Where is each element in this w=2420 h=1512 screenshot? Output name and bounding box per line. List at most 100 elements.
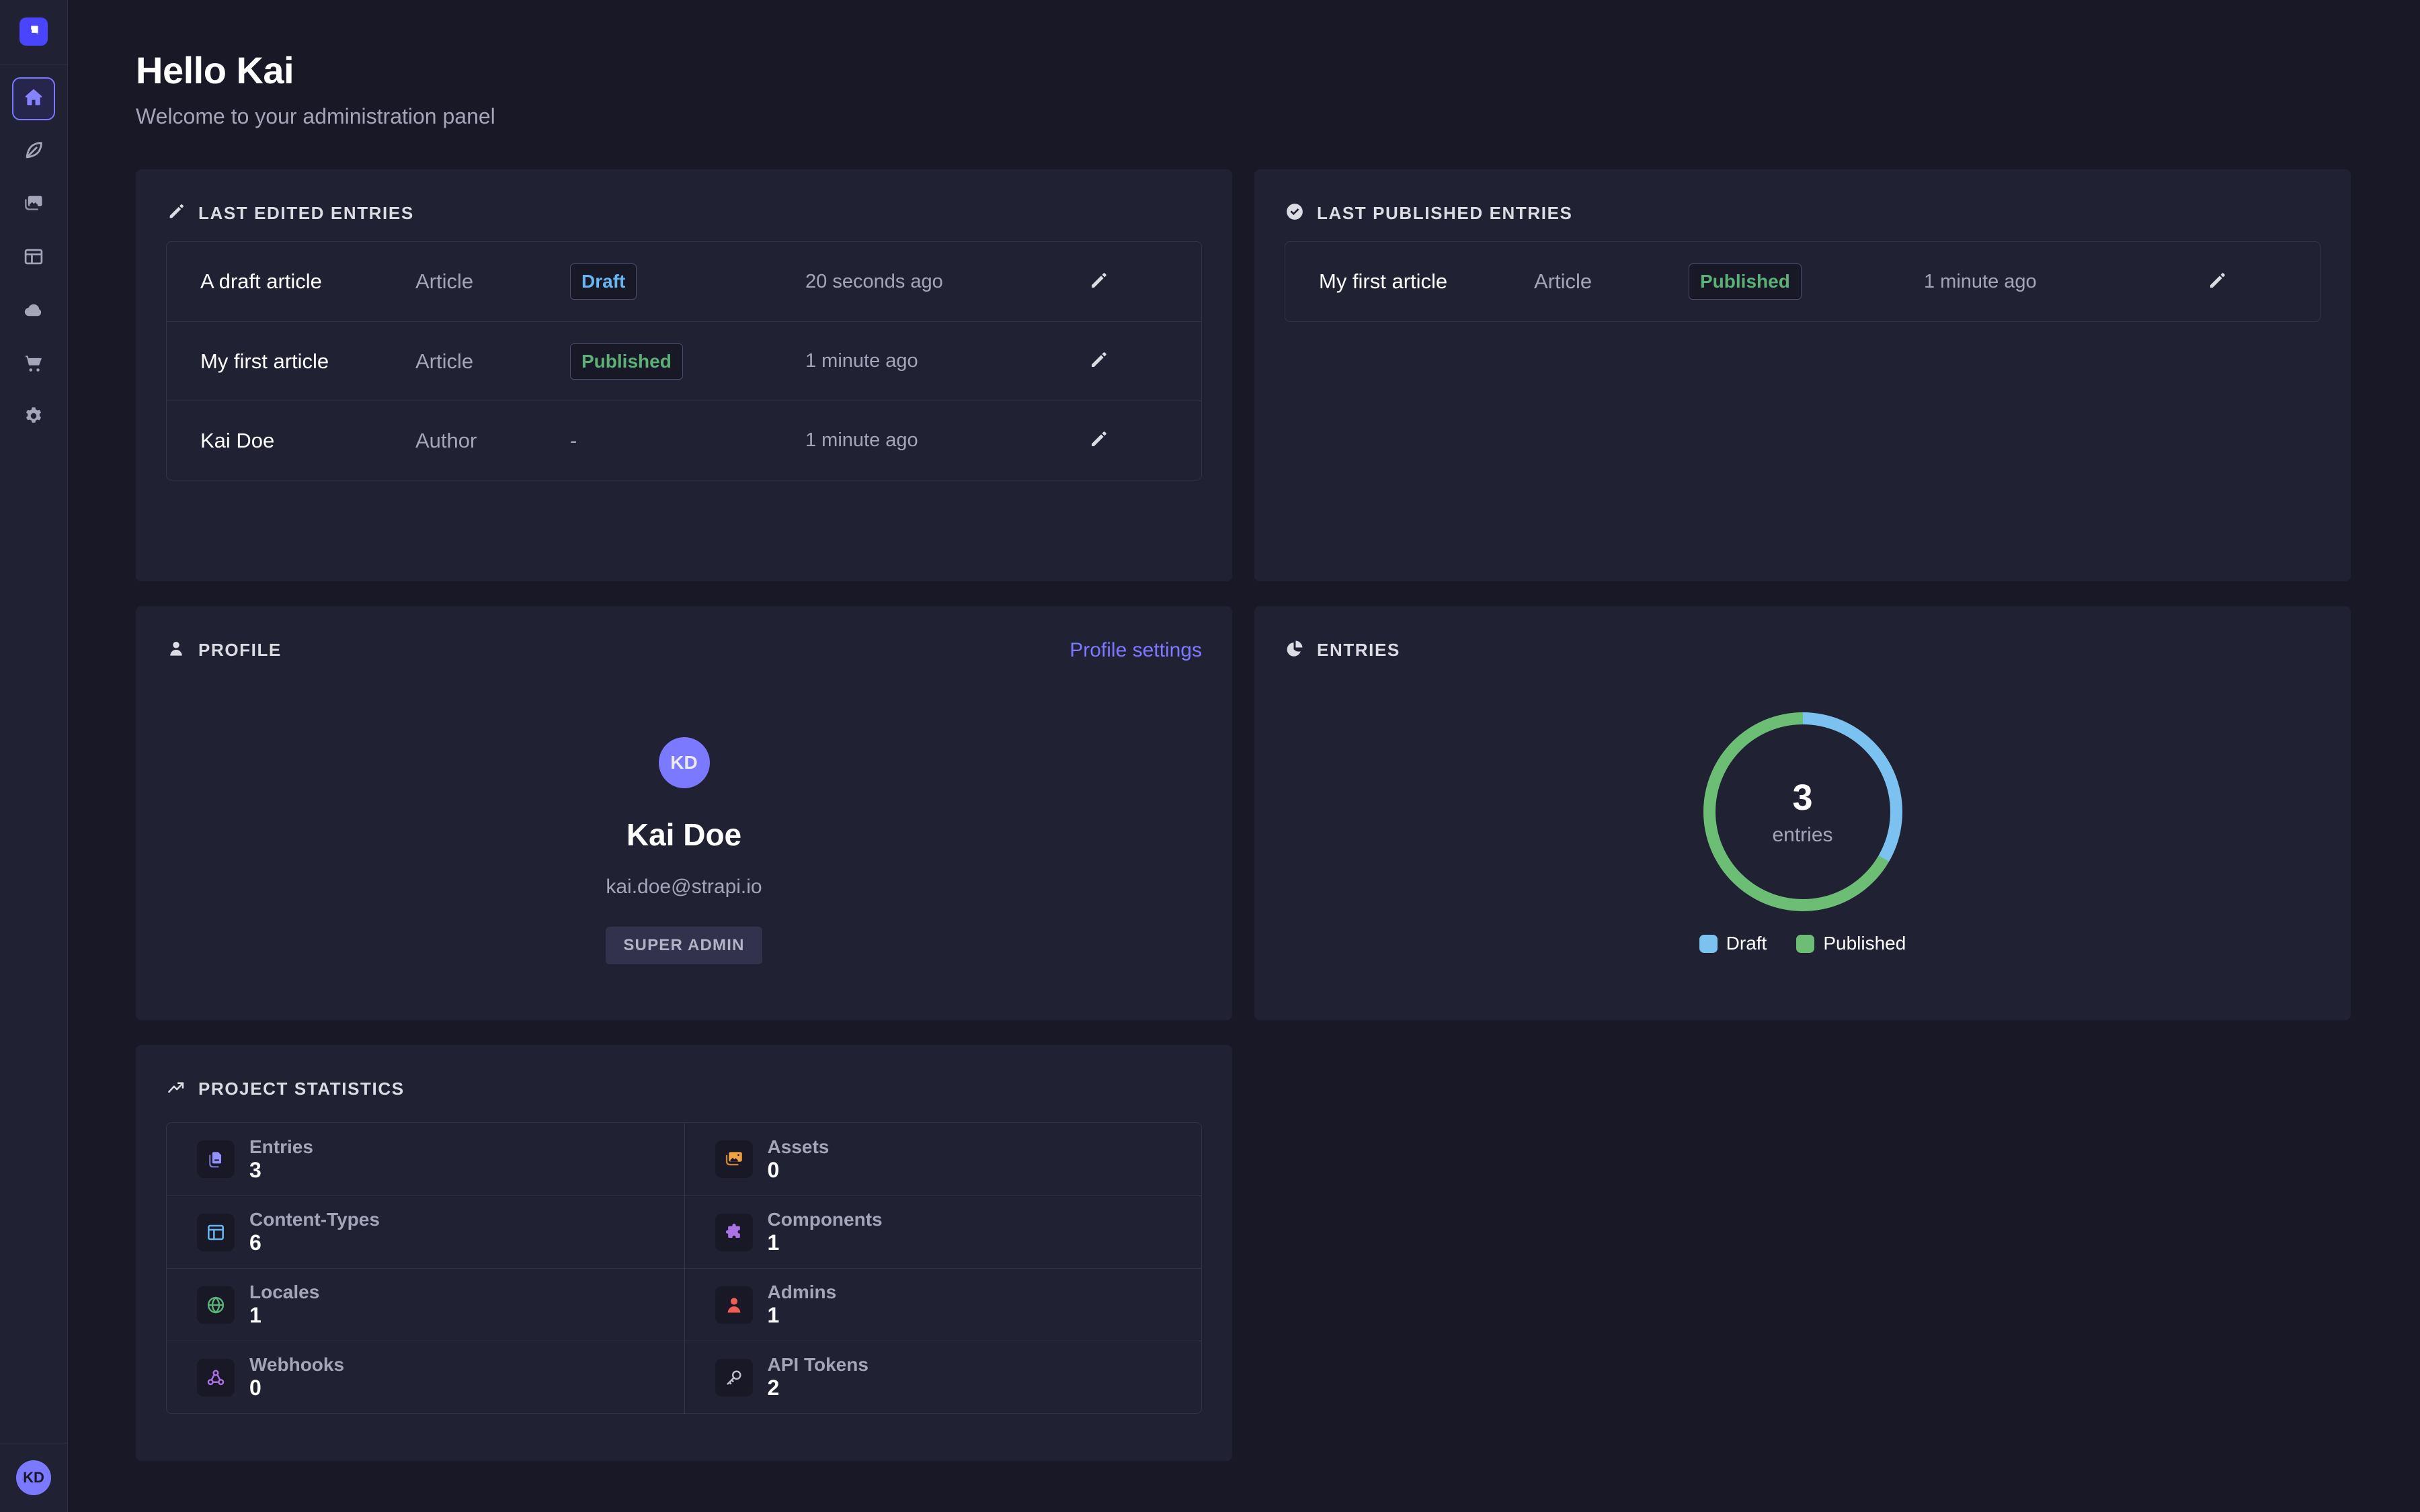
webhook-icon bbox=[197, 1359, 235, 1396]
project-statistics-header: PROJECT STATISTICS bbox=[166, 1077, 1202, 1101]
table-row: Kai Doe Author - 1 minute ago bbox=[167, 401, 1201, 480]
stat-value: 3 bbox=[249, 1158, 261, 1182]
user-icon bbox=[715, 1286, 753, 1324]
pencil-icon bbox=[1088, 284, 1109, 294]
strapi-logo[interactable] bbox=[19, 17, 48, 46]
entry-type: Article bbox=[1534, 269, 1689, 294]
stats-table: Entries3 Assets0 Content-Types6 Componen… bbox=[166, 1122, 1202, 1414]
profile-settings-link[interactable]: Profile settings bbox=[1070, 639, 1202, 662]
table-row: A draft article Article Draft 20 seconds… bbox=[167, 242, 1201, 321]
edit-entry-button[interactable] bbox=[1088, 270, 1109, 294]
entries-chart: 3 entries Draft Published bbox=[1285, 662, 2321, 954]
stat-label: Assets bbox=[768, 1136, 830, 1157]
project-statistics-card: PROJECT STATISTICS Entries3 Assets0 Cont… bbox=[136, 1045, 1232, 1461]
last-published-table: My first article Article Published 1 min… bbox=[1285, 241, 2321, 322]
sidebar-item-marketplace[interactable] bbox=[12, 343, 55, 386]
status-empty: - bbox=[570, 429, 805, 453]
last-edited-header: LAST EDITED ENTRIES bbox=[166, 202, 1202, 225]
media-images-icon bbox=[22, 192, 45, 218]
entries-chart-card: ENTRIES 3 entries Draft Publis bbox=[1254, 606, 2351, 1020]
edit-entry-button[interactable] bbox=[1088, 429, 1109, 452]
globe-icon bbox=[197, 1286, 235, 1324]
stat-value: 0 bbox=[768, 1158, 780, 1182]
profile-header: PROFILE Profile settings bbox=[166, 638, 1202, 662]
entries-count-label: entries bbox=[1772, 824, 1832, 847]
page-subtitle: Welcome to your administration panel bbox=[136, 104, 2351, 129]
pencil-icon bbox=[2206, 284, 2228, 294]
page-title: Hello Kai bbox=[136, 48, 2351, 92]
pie-chart-icon bbox=[1285, 638, 1305, 662]
pencil-icon bbox=[166, 202, 186, 225]
trending-up-icon bbox=[166, 1077, 186, 1101]
content-feather-icon bbox=[22, 139, 45, 165]
sidebar-item-content-manager[interactable] bbox=[12, 130, 55, 173]
card-title: PROFILE bbox=[198, 640, 282, 661]
legend-label: Published bbox=[1823, 933, 1906, 954]
profile-body: KD Kai Doe kai.doe@strapi.io SUPER ADMIN bbox=[166, 737, 1202, 964]
stat-label: Entries bbox=[249, 1136, 313, 1157]
entry-type: Article bbox=[415, 349, 570, 374]
entry-type: Article bbox=[415, 269, 570, 294]
content-type-layout-icon bbox=[22, 245, 45, 271]
entry-time: 20 seconds ago bbox=[805, 271, 1088, 293]
last-published-entries-card: LAST PUBLISHED ENTRIES My first article … bbox=[1254, 169, 2351, 581]
sidebar-item-content-type-builder[interactable] bbox=[12, 237, 55, 280]
sidebar-item-media-library[interactable] bbox=[12, 183, 55, 226]
sidebar-item-home[interactable] bbox=[12, 77, 55, 120]
entry-title: My first article bbox=[1319, 269, 1534, 294]
last-published-header: LAST PUBLISHED ENTRIES bbox=[1285, 202, 2321, 225]
entries-count: 3 bbox=[1792, 777, 1812, 818]
settings-gear-icon bbox=[22, 405, 45, 431]
stat-api-tokens: API Tokens2 bbox=[684, 1341, 1202, 1413]
profile-name: Kai Doe bbox=[627, 816, 741, 853]
sidebar-user-avatar[interactable]: KD bbox=[16, 1460, 51, 1495]
stat-label: Admins bbox=[768, 1282, 837, 1302]
home-icon bbox=[22, 86, 45, 112]
sidebar-nav bbox=[12, 77, 55, 449]
entries-donut: 3 entries bbox=[1703, 712, 1902, 911]
legend-item-draft: Draft bbox=[1699, 933, 1767, 954]
stat-value: 6 bbox=[249, 1230, 261, 1255]
stat-value: 1 bbox=[768, 1303, 780, 1327]
person-icon bbox=[166, 638, 186, 662]
table-row: My first article Article Published 1 min… bbox=[167, 321, 1201, 401]
profile-avatar: KD bbox=[659, 737, 710, 788]
stat-label: Content-Types bbox=[249, 1209, 380, 1230]
card-title: LAST PUBLISHED ENTRIES bbox=[1317, 203, 1572, 224]
profile-email: kai.doe@strapi.io bbox=[606, 876, 762, 898]
stat-value: 1 bbox=[768, 1230, 780, 1255]
card-title: LAST EDITED ENTRIES bbox=[198, 203, 414, 224]
sidebar-item-cloud[interactable] bbox=[12, 290, 55, 333]
pencil-icon bbox=[1088, 442, 1109, 452]
entry-title: My first article bbox=[200, 349, 415, 374]
published-swatch bbox=[1796, 935, 1814, 953]
dashboard-grid: LAST EDITED ENTRIES A draft article Arti… bbox=[136, 169, 2351, 1461]
cloud-icon bbox=[22, 298, 45, 325]
entries-header: ENTRIES bbox=[1285, 638, 2321, 662]
stat-components: Components1 bbox=[684, 1195, 1202, 1268]
role-badge: SUPER ADMIN bbox=[606, 927, 762, 964]
table-row: My first article Article Published 1 min… bbox=[1285, 242, 2320, 321]
stat-assets: Assets0 bbox=[684, 1123, 1202, 1195]
legend-label: Draft bbox=[1726, 933, 1767, 954]
stat-value: 1 bbox=[249, 1303, 261, 1327]
status-badge: Draft bbox=[570, 263, 637, 300]
stat-content-types: Content-Types6 bbox=[167, 1195, 684, 1268]
stat-locales: Locales1 bbox=[167, 1268, 684, 1341]
stat-label: Webhooks bbox=[249, 1354, 344, 1375]
card-title: ENTRIES bbox=[1317, 640, 1400, 661]
status-badge: Published bbox=[1689, 263, 1802, 300]
entry-time: 1 minute ago bbox=[805, 350, 1088, 372]
marketplace-cart-icon bbox=[22, 351, 45, 378]
edit-entry-button[interactable] bbox=[2206, 270, 2228, 294]
entry-time: 1 minute ago bbox=[1924, 271, 2206, 293]
last-edited-table: A draft article Article Draft 20 seconds… bbox=[166, 241, 1202, 480]
check-circle-icon bbox=[1285, 202, 1305, 225]
pencil-icon bbox=[1088, 363, 1109, 373]
puzzle-icon bbox=[715, 1214, 753, 1251]
profile-card: PROFILE Profile settings KD Kai Doe kai.… bbox=[136, 606, 1232, 1020]
stat-admins: Admins1 bbox=[684, 1268, 1202, 1341]
edit-entry-button[interactable] bbox=[1088, 349, 1109, 373]
draft-swatch bbox=[1699, 935, 1718, 953]
sidebar-item-settings[interactable] bbox=[12, 396, 55, 439]
